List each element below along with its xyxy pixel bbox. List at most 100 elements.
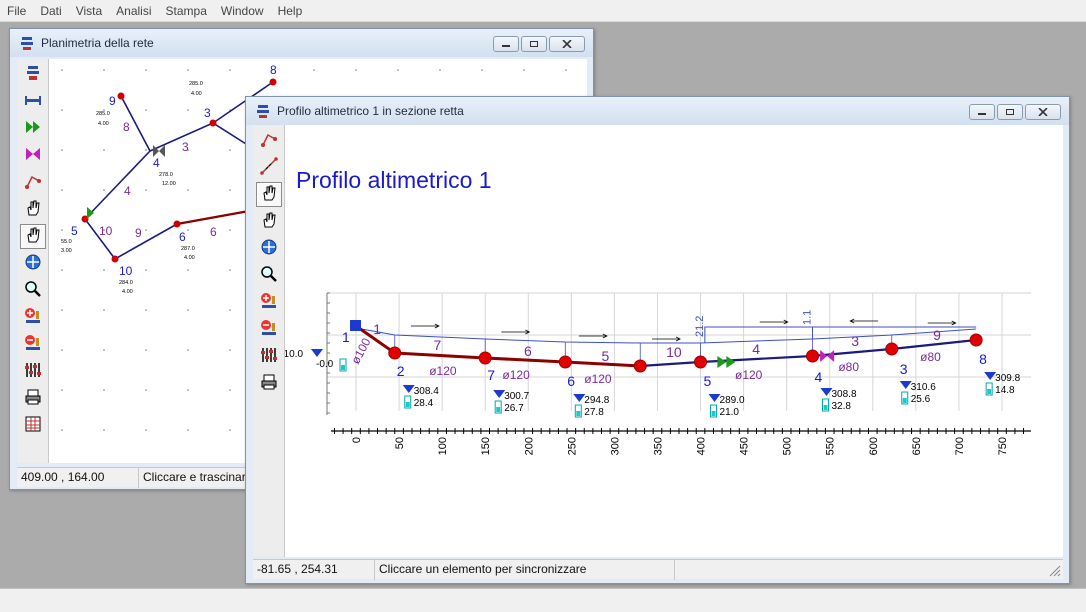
reservoir-icon — [350, 320, 361, 331]
profile-node — [694, 355, 708, 369]
map-head-label: 285.0 — [96, 111, 110, 117]
x-tick-label: 50 — [394, 437, 406, 449]
map-pipe-label: 3 — [182, 140, 189, 154]
node-pressure-label: -0.0 — [316, 359, 334, 370]
node-pressure-label: 26.7 — [504, 403, 524, 414]
map-head-label: 287.0 — [181, 246, 195, 252]
pump-tool-button[interactable] — [20, 116, 46, 141]
hand-pan-button[interactable] — [256, 209, 282, 234]
map-node[interactable] — [111, 255, 119, 263]
network-app-icon — [19, 35, 35, 51]
zoom-out-button[interactable] — [20, 332, 46, 357]
center-view-button[interactable] — [256, 236, 282, 261]
flow-arrow-icon — [410, 323, 440, 329]
profile-node — [633, 359, 647, 373]
profile-node — [388, 346, 402, 360]
center-view-button[interactable] — [20, 251, 46, 276]
node-id-label: 5 — [704, 373, 712, 389]
flow-arrow-icon — [759, 319, 789, 325]
sliders-button[interactable] — [256, 344, 282, 369]
hand-pan-icon — [24, 199, 42, 220]
print-icon — [24, 388, 42, 409]
node-tool-button[interactable] — [20, 62, 46, 87]
pressure-gauge-fill — [496, 407, 501, 412]
map-node[interactable] — [117, 92, 125, 100]
restore-button[interactable] — [521, 36, 547, 52]
pipe-id-label: 9 — [933, 327, 941, 343]
map-head-label: 284.0 — [119, 280, 133, 286]
x-tick-label: 650 — [911, 437, 923, 455]
measure-button[interactable] — [256, 155, 282, 180]
minimize-button[interactable] — [493, 36, 519, 52]
menu-file[interactable]: File — [0, 0, 33, 22]
planimetria-titlebar[interactable]: Planimetria della rete — [10, 29, 593, 57]
menu-dati[interactable]: Dati — [33, 0, 68, 22]
pipe-tool-button[interactable] — [20, 89, 46, 114]
node-tool-icon — [24, 64, 42, 85]
pipe-diameter-label: ø80 — [920, 350, 941, 364]
menu-analisi[interactable]: Analisi — [109, 0, 158, 22]
x-tick-label: 450 — [739, 437, 751, 455]
menu-help[interactable]: Help — [271, 0, 310, 22]
map-node[interactable] — [209, 119, 217, 127]
profile-tool-button[interactable] — [20, 170, 46, 195]
profilo-statusbar: -81.65 , 254.31 Cliccare un elemento per… — [253, 559, 1063, 580]
node-pressure-label: 14.8 — [995, 385, 1015, 396]
map-demand-label: 4.00 — [184, 255, 195, 261]
table-button[interactable] — [20, 413, 46, 438]
planimetria-toolbar — [17, 59, 49, 463]
sliders-button[interactable] — [20, 359, 46, 384]
menu-stampa[interactable]: Stampa — [159, 0, 214, 22]
close-button[interactable] — [1025, 104, 1061, 120]
node-pressure-label: 28.4 — [414, 398, 434, 409]
node-pressure-label: 25.6 — [911, 394, 931, 405]
x-tick-label: 150 — [480, 437, 492, 455]
menu-vista[interactable]: Vista — [69, 0, 109, 22]
profilo-status-empty — [675, 560, 1063, 580]
zoom-button[interactable] — [256, 263, 282, 288]
center-view-icon — [260, 238, 278, 259]
profile-tool-button[interactable] — [256, 128, 282, 153]
x-tick-label: 200 — [523, 437, 535, 455]
profile-tool-icon — [260, 130, 278, 151]
close-button[interactable] — [549, 36, 585, 52]
hand-select-button[interactable] — [255, 182, 282, 207]
profilo-titlebar[interactable]: Profilo altimetrico 1 in sezione retta — [246, 97, 1069, 125]
restore-button[interactable] — [997, 104, 1023, 120]
hand-pan-button[interactable] — [20, 197, 46, 222]
pressure-gauge-fill — [823, 405, 828, 410]
map-node[interactable] — [269, 78, 277, 86]
print-button[interactable] — [256, 371, 282, 396]
head-marker-icon — [311, 349, 323, 357]
hand-select-button[interactable] — [19, 224, 46, 249]
zoom-in-icon — [260, 292, 278, 313]
node-id-label: 1 — [342, 329, 350, 345]
valve-tool-icon — [24, 145, 42, 166]
node-head-label: 309.8 — [995, 373, 1020, 384]
zoom-out-button[interactable] — [256, 317, 282, 342]
zoom-button[interactable] — [20, 278, 46, 303]
menu-bar: File Dati Vista Analisi Stampa Window He… — [0, 0, 1086, 22]
profile-chart[interactable]: Profilo altimetrico 1 0 50 100 150 200 250 300… — [285, 125, 1063, 557]
center-view-icon — [24, 253, 42, 274]
pressure-gauge-fill — [341, 365, 345, 370]
pipe-id-label: 5 — [601, 348, 609, 364]
x-tick-label: 350 — [652, 437, 664, 455]
node-head-label: 310.0 — [285, 349, 303, 360]
map-demand-label: 3.00 — [61, 248, 72, 254]
valve-tool-button[interactable] — [20, 143, 46, 168]
flow-arrow-icon — [927, 320, 957, 326]
map-head-label: 278.0 — [159, 172, 173, 178]
profilo-client: Profilo altimetrico 1 0 50 100 150 200 250 300… — [253, 125, 1063, 557]
zoom-in-button[interactable] — [20, 305, 46, 330]
menu-window[interactable]: Window — [214, 0, 271, 22]
x-tick-label: 700 — [954, 437, 966, 455]
node-head-label: 308.8 — [832, 389, 857, 400]
print-button[interactable] — [20, 386, 46, 411]
resize-grip-icon[interactable] — [1049, 565, 1061, 577]
map-node[interactable] — [173, 220, 181, 228]
minimize-button[interactable] — [969, 104, 995, 120]
pipe-diameter-label: ø100 — [348, 335, 373, 366]
zoom-in-button[interactable] — [256, 290, 282, 315]
x-tick-label: 600 — [868, 437, 880, 455]
